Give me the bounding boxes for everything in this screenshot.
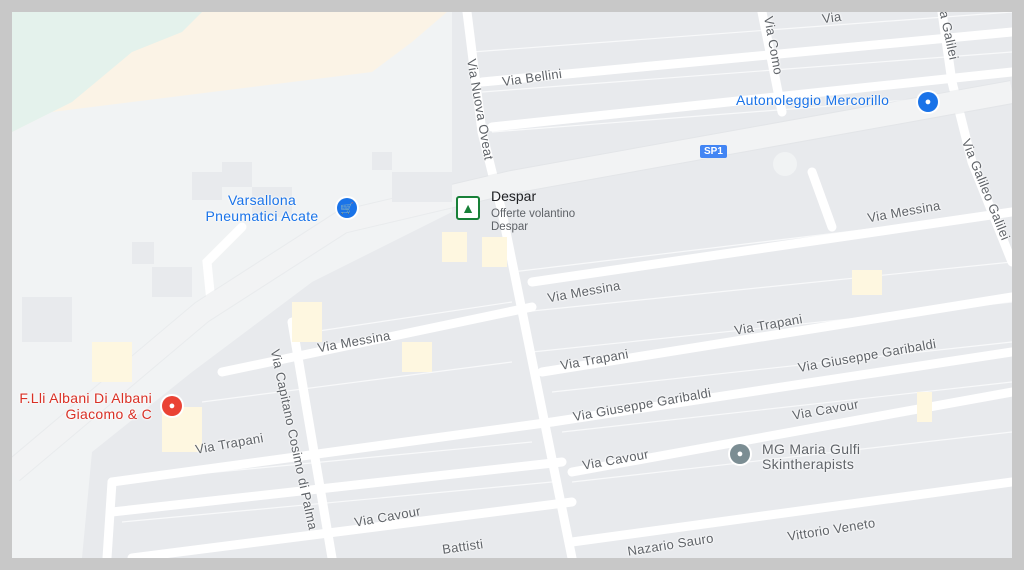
- poi-varsallona-name: Varsallona Pneumatici Acate: [205, 192, 319, 224]
- poi-mg-maria-name: MG Maria Gulfi Skintherapists: [762, 441, 861, 472]
- poi-albani[interactable]: F.Lli Albani Di Albani Giacomo & C ●: [12, 390, 182, 422]
- poi-autonoleggio[interactable]: Autonoleggio Mercorillo ●: [736, 92, 938, 112]
- roundabout: [773, 152, 797, 176]
- tree-icon: ▲: [456, 196, 480, 220]
- poi-autonoleggio-name: Autonoleggio Mercorillo: [736, 92, 890, 108]
- location-pin-icon: ●: [162, 396, 182, 416]
- circle-pin-icon: ●: [730, 444, 750, 464]
- poi-varsallona[interactable]: Varsallona Pneumatici Acate 🛒: [197, 192, 357, 224]
- poi-despar-name: Despar: [491, 188, 537, 204]
- road-shield-sp1: SP1: [700, 145, 727, 158]
- car-icon: ●: [918, 92, 938, 112]
- poi-despar-subtitle: Offerte volantino Despar: [491, 208, 576, 233]
- map-viewport[interactable]: Via Bellini Via Via Como Via Nuova Oveat…: [12, 12, 1012, 558]
- shopping-bag-icon: 🛒: [337, 198, 357, 218]
- poi-albani-name: F.Lli Albani Di Albani Giacomo & C: [19, 390, 152, 422]
